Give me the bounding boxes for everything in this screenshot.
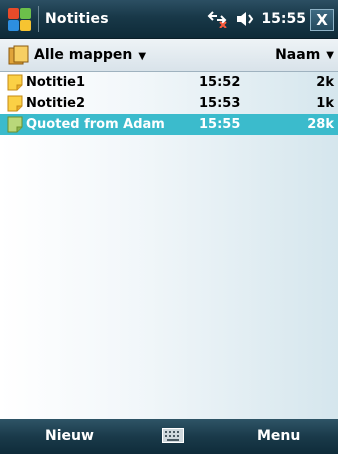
new-softkey[interactable]: Nieuw (45, 428, 94, 444)
list-item[interactable]: Notitie1 15:52 2k (0, 72, 338, 93)
status-area[interactable]: 15:55 (207, 0, 306, 38)
folder-dropdown-label: Alle mappen (34, 47, 133, 63)
note-time: 15:55 (199, 117, 241, 132)
notes-list: Notitie1 15:52 2k Notitie2 15:53 1k Quot… (0, 72, 338, 419)
title-separator (38, 6, 39, 32)
folder-icon (8, 45, 29, 65)
note-size: 2k (316, 75, 334, 90)
app-title: Notities (45, 11, 109, 27)
menu-softkey[interactable]: Menu (257, 428, 300, 444)
clock-time[interactable]: 15:55 (261, 11, 306, 27)
title-bar: Notities 15:55 X (0, 0, 338, 39)
sort-dropdown[interactable]: Naam ▼ (275, 39, 334, 71)
note-name: Notitie2 (26, 96, 86, 111)
sort-dropdown-label: Naam (275, 47, 321, 63)
keyboard-icon[interactable] (162, 428, 184, 443)
note-size: 1k (316, 96, 334, 111)
list-item[interactable]: Notitie2 15:53 1k (0, 93, 338, 114)
note-time: 15:53 (199, 96, 241, 111)
chevron-down-icon: ▼ (326, 49, 334, 61)
note-icon (7, 74, 23, 91)
note-size: 28k (307, 117, 334, 132)
list-header: Alle mappen ▼ Naam ▼ (0, 39, 338, 72)
softkey-bar: Nieuw Menu (0, 419, 338, 454)
note-time: 15:52 (199, 75, 241, 90)
note-name: Quoted from Adam (26, 117, 165, 132)
note-icon (7, 95, 23, 112)
connectivity-icon[interactable] (207, 10, 229, 28)
close-button[interactable]: X (310, 9, 334, 31)
note-icon (7, 116, 23, 133)
list-item-selected[interactable]: Quoted from Adam 15:55 28k (0, 114, 338, 135)
note-name: Notitie1 (26, 75, 86, 90)
volume-icon[interactable] (235, 10, 255, 28)
chevron-down-icon: ▼ (138, 51, 147, 62)
start-menu-icon[interactable] (6, 6, 32, 32)
folder-dropdown[interactable]: Alle mappen ▼ (34, 47, 146, 63)
